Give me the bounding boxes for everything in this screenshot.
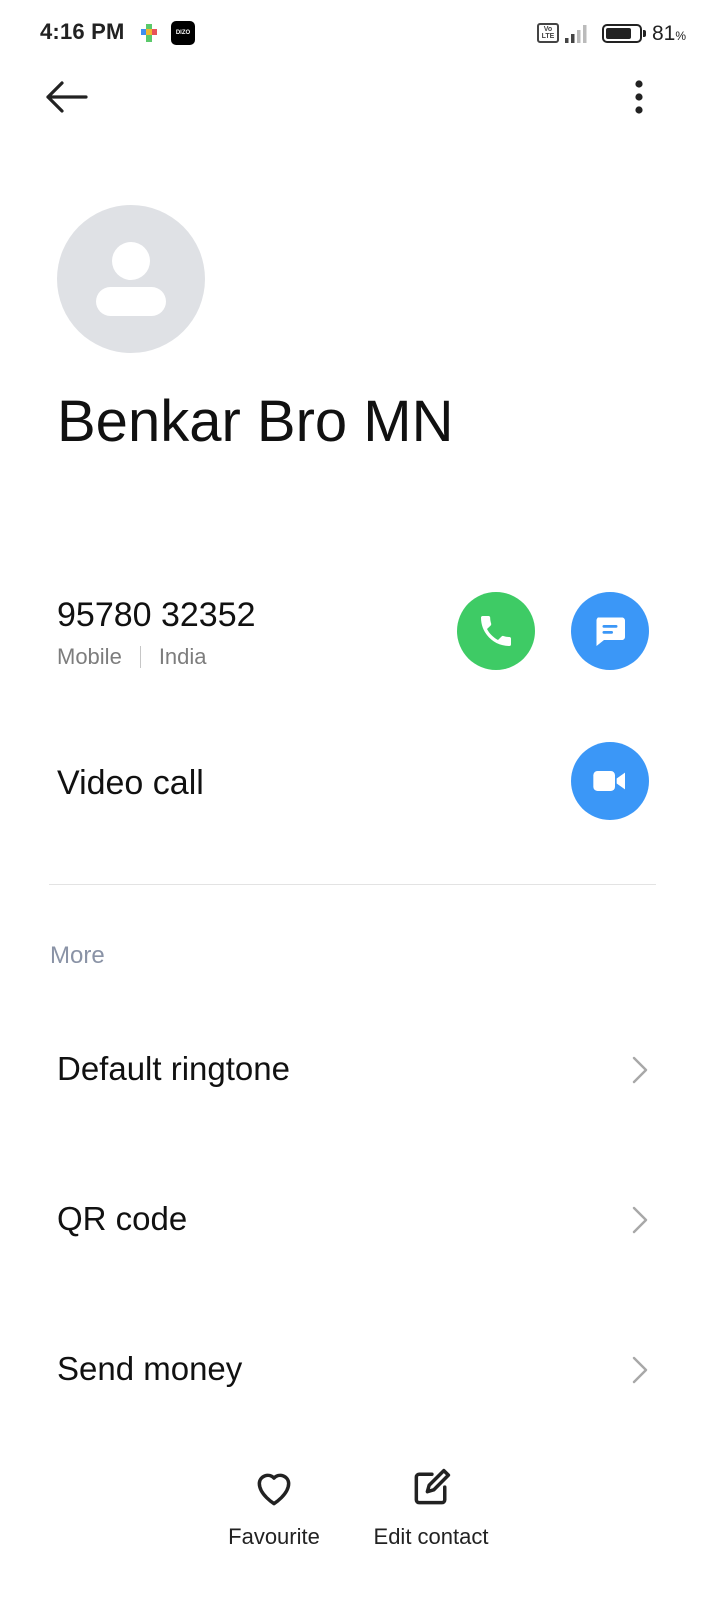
battery-percentage: 81% (652, 22, 687, 45)
video-camera-icon (593, 771, 625, 791)
heart-icon (257, 1473, 291, 1506)
chevron-right-icon (632, 1056, 648, 1084)
list-item-label: QR code (57, 1200, 188, 1237)
list-item-label: Default ringtone (57, 1050, 290, 1087)
edit-contact-label: Edit contact (373, 1524, 489, 1549)
phone-meta: Mobile India (57, 644, 207, 670)
phone-type: Mobile (57, 644, 122, 669)
phone-country: India (158, 644, 207, 669)
more-options-button[interactable] (612, 72, 666, 122)
video-call-label[interactable]: Video call (57, 764, 204, 803)
edit-contact-button[interactable]: Edit contact (360, 1466, 502, 1576)
more-vertical-icon (635, 80, 643, 114)
message-icon (596, 617, 625, 646)
contact-name: Benkar Bro MN (57, 389, 454, 454)
person-placeholder-icon (112, 242, 150, 280)
back-button[interactable] (38, 72, 94, 122)
list-item-label: Send money (57, 1350, 243, 1387)
contact-avatar[interactable] (57, 205, 205, 353)
list-item-default-ringtone[interactable]: Default ringtone (0, 1016, 720, 1126)
list-item-send-money[interactable]: Send money (0, 1316, 720, 1426)
section-divider (49, 884, 656, 885)
favourite-button[interactable]: Favourite (214, 1466, 334, 1576)
status-time: 4:16 PM (40, 19, 125, 44)
message-button[interactable] (571, 592, 649, 670)
divider (139, 646, 141, 668)
list-item-qr-code[interactable]: QR code (0, 1166, 720, 1276)
edit-icon (414, 1468, 451, 1505)
signal-strength-icon (565, 25, 587, 43)
dizo-app-icon: DIZO (171, 21, 195, 45)
call-button[interactable] (457, 592, 535, 670)
more-section-title: More (50, 942, 105, 969)
chevron-right-icon (632, 1206, 648, 1234)
battery-icon (602, 24, 646, 43)
video-call-button[interactable] (571, 742, 649, 820)
phone-icon (481, 616, 511, 646)
volte-icon: Vo LTE (537, 23, 559, 43)
chevron-right-icon (632, 1356, 648, 1384)
arrow-left-icon (46, 81, 88, 113)
favourite-label: Favourite (228, 1524, 320, 1549)
phone-number[interactable]: 95780 32352 (57, 596, 256, 635)
app-notification-icon (141, 24, 157, 42)
